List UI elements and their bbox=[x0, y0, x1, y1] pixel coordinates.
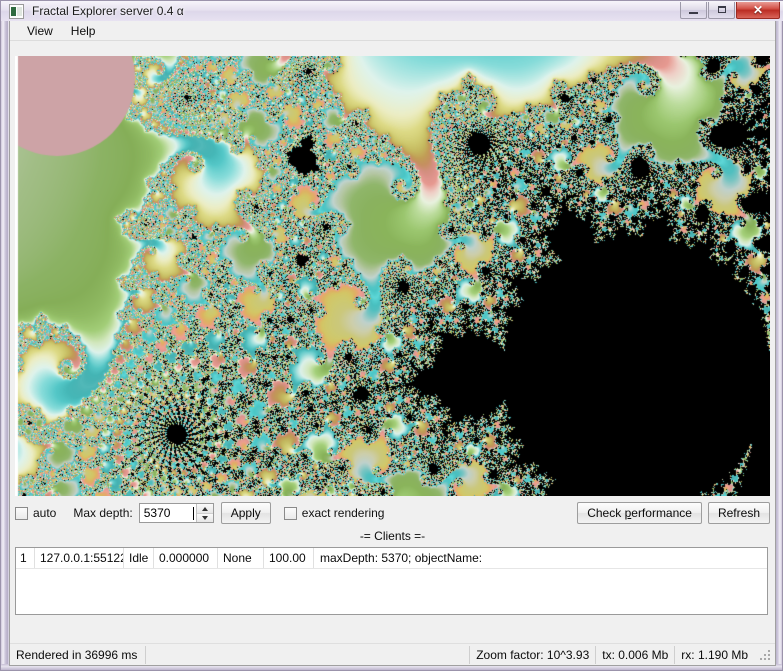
menu-view[interactable]: View bbox=[18, 22, 62, 40]
status-render-time: Rendered in 36996 ms bbox=[10, 645, 147, 664]
clients-section-header: -= Clients =- bbox=[359, 529, 426, 543]
apply-button[interactable]: Apply bbox=[220, 502, 271, 524]
refresh-button[interactable]: Refresh bbox=[707, 502, 770, 524]
max-depth-label: Max depth: bbox=[73, 506, 133, 520]
window-title: Fractal Explorer server 0.4 α bbox=[32, 4, 184, 18]
status-zoom-factor: Zoom factor: 10^3.93 bbox=[469, 645, 595, 664]
client-area: View Help auto Max depth: 5370 Apply exa… bbox=[9, 21, 776, 666]
spinner-down-icon[interactable] bbox=[196, 513, 213, 522]
status-bar: Rendered in 36996 ms Zoom factor: 10^3.9… bbox=[10, 643, 775, 665]
status-right-group: Zoom factor: 10^3.93 tx: 0.006 Mb rx: 1.… bbox=[469, 645, 775, 664]
status-tx: tx: 0.006 Mb bbox=[595, 645, 674, 664]
cell-object: None bbox=[218, 548, 264, 568]
auto-checkbox[interactable] bbox=[15, 506, 28, 520]
close-button[interactable]: ✕ bbox=[736, 2, 780, 19]
clients-table[interactable]: 1 127.0.0.1:55122 Idle 0.000000 None 100… bbox=[15, 547, 768, 615]
menu-bar: View Help bbox=[10, 21, 775, 41]
max-depth-spinner[interactable]: 5370 bbox=[138, 503, 214, 523]
window-border-right bbox=[775, 1, 782, 670]
check-performance-label-pre: Check bbox=[587, 506, 625, 520]
window-controls: ✕ bbox=[679, 2, 780, 20]
cell-address: 127.0.0.1:55122 bbox=[35, 548, 124, 568]
exact-rendering-checkbox[interactable] bbox=[283, 506, 297, 520]
maximize-button[interactable] bbox=[708, 2, 735, 19]
spinner-arrows bbox=[195, 504, 213, 522]
fractal-view[interactable] bbox=[15, 56, 770, 496]
max-depth-input[interactable]: 5370 bbox=[140, 504, 193, 522]
right-button-group: Check performance Refresh bbox=[577, 502, 770, 524]
check-performance-label-post: erformance bbox=[631, 506, 692, 520]
status-rx: rx: 1.190 Mb bbox=[674, 645, 754, 664]
fractal-canvas[interactable] bbox=[15, 56, 770, 496]
application-icon bbox=[9, 3, 24, 19]
spinner-up-icon[interactable] bbox=[196, 504, 213, 514]
cell-status: Idle bbox=[124, 548, 154, 568]
window-frame: Fractal Explorer server 0.4 α ✕ View Hel… bbox=[0, 0, 783, 671]
table-row[interactable]: 1 127.0.0.1:55122 Idle 0.000000 None 100… bbox=[16, 548, 767, 569]
cell-info: maxDepth: 5370; objectName: bbox=[320, 551, 483, 565]
title-bar[interactable]: Fractal Explorer server 0.4 α ✕ bbox=[1, 1, 783, 21]
resize-grip[interactable] bbox=[758, 648, 772, 662]
text-caret bbox=[192, 506, 194, 520]
render-controls: auto Max depth: 5370 Apply exact renderi… bbox=[15, 499, 770, 527]
cell-id: 1 bbox=[16, 548, 35, 568]
check-performance-button[interactable]: Check performance bbox=[577, 502, 702, 524]
exact-rendering-label: exact rendering bbox=[301, 506, 385, 520]
cell-progress: 0.000000 bbox=[154, 548, 218, 568]
cell-percent: 100.00 bbox=[264, 548, 314, 568]
window-border-left bbox=[1, 1, 8, 670]
auto-checkbox-label: auto bbox=[33, 506, 57, 520]
minimize-button[interactable] bbox=[680, 2, 707, 19]
menu-help[interactable]: Help bbox=[62, 22, 105, 40]
